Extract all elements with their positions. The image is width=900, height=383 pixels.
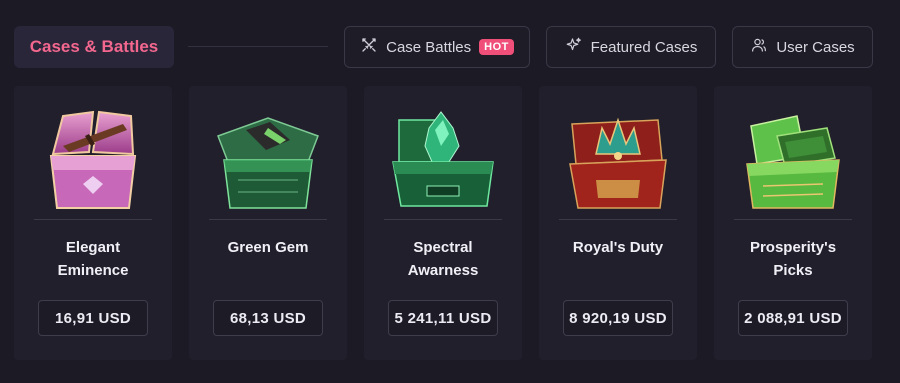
case-card[interactable]: Green Gem 68,13 USD bbox=[189, 86, 347, 360]
case-card[interactable]: Prosperity's Picks 2 088,91 USD bbox=[714, 86, 872, 360]
case-image bbox=[558, 106, 678, 216]
users-icon bbox=[750, 36, 768, 58]
featured-cases-label: Featured Cases bbox=[590, 38, 698, 56]
case-price: 5 241,11 USD bbox=[388, 300, 498, 336]
card-divider bbox=[559, 219, 677, 220]
user-cases-button[interactable]: User Cases bbox=[732, 26, 873, 68]
case-image bbox=[733, 106, 853, 216]
case-image bbox=[208, 106, 328, 216]
header-divider bbox=[188, 46, 328, 47]
card-divider bbox=[734, 219, 852, 220]
user-cases-label: User Cases bbox=[776, 38, 855, 56]
case-price: 16,91 USD bbox=[38, 300, 148, 336]
case-price: 8 920,19 USD bbox=[563, 300, 673, 336]
card-divider bbox=[209, 219, 327, 220]
case-image bbox=[383, 106, 503, 216]
sparkles-icon bbox=[565, 36, 583, 58]
case-card[interactable]: Royal's Duty 8 920,19 USD bbox=[539, 86, 697, 360]
card-divider bbox=[384, 219, 502, 220]
case-battles-button[interactable]: Case Battles HOT bbox=[344, 26, 530, 68]
card-divider bbox=[34, 219, 152, 220]
case-card[interactable]: Elegant Eminence 16,91 USD bbox=[14, 86, 172, 360]
case-name: Spectral Awarness bbox=[407, 239, 479, 279]
section-header: Cases & Battles Case Battles HOT Feature… bbox=[0, 0, 900, 90]
case-price: 68,13 USD bbox=[213, 300, 323, 336]
swords-icon bbox=[360, 36, 378, 58]
case-name: Elegant Eminence bbox=[57, 239, 129, 279]
case-name: Royal's Duty bbox=[572, 239, 664, 256]
case-name: Green Gem bbox=[227, 239, 309, 256]
case-name: Prosperity's Picks bbox=[749, 239, 837, 279]
case-card[interactable]: Spectral Awarness 5 241,11 USD bbox=[364, 86, 522, 360]
featured-cases-button[interactable]: Featured Cases bbox=[546, 26, 716, 68]
hot-badge: HOT bbox=[479, 39, 514, 55]
case-image bbox=[33, 106, 153, 216]
section-title: Cases & Battles bbox=[14, 26, 174, 68]
case-price: 2 088,91 USD bbox=[738, 300, 848, 336]
case-battles-label: Case Battles bbox=[386, 38, 472, 56]
